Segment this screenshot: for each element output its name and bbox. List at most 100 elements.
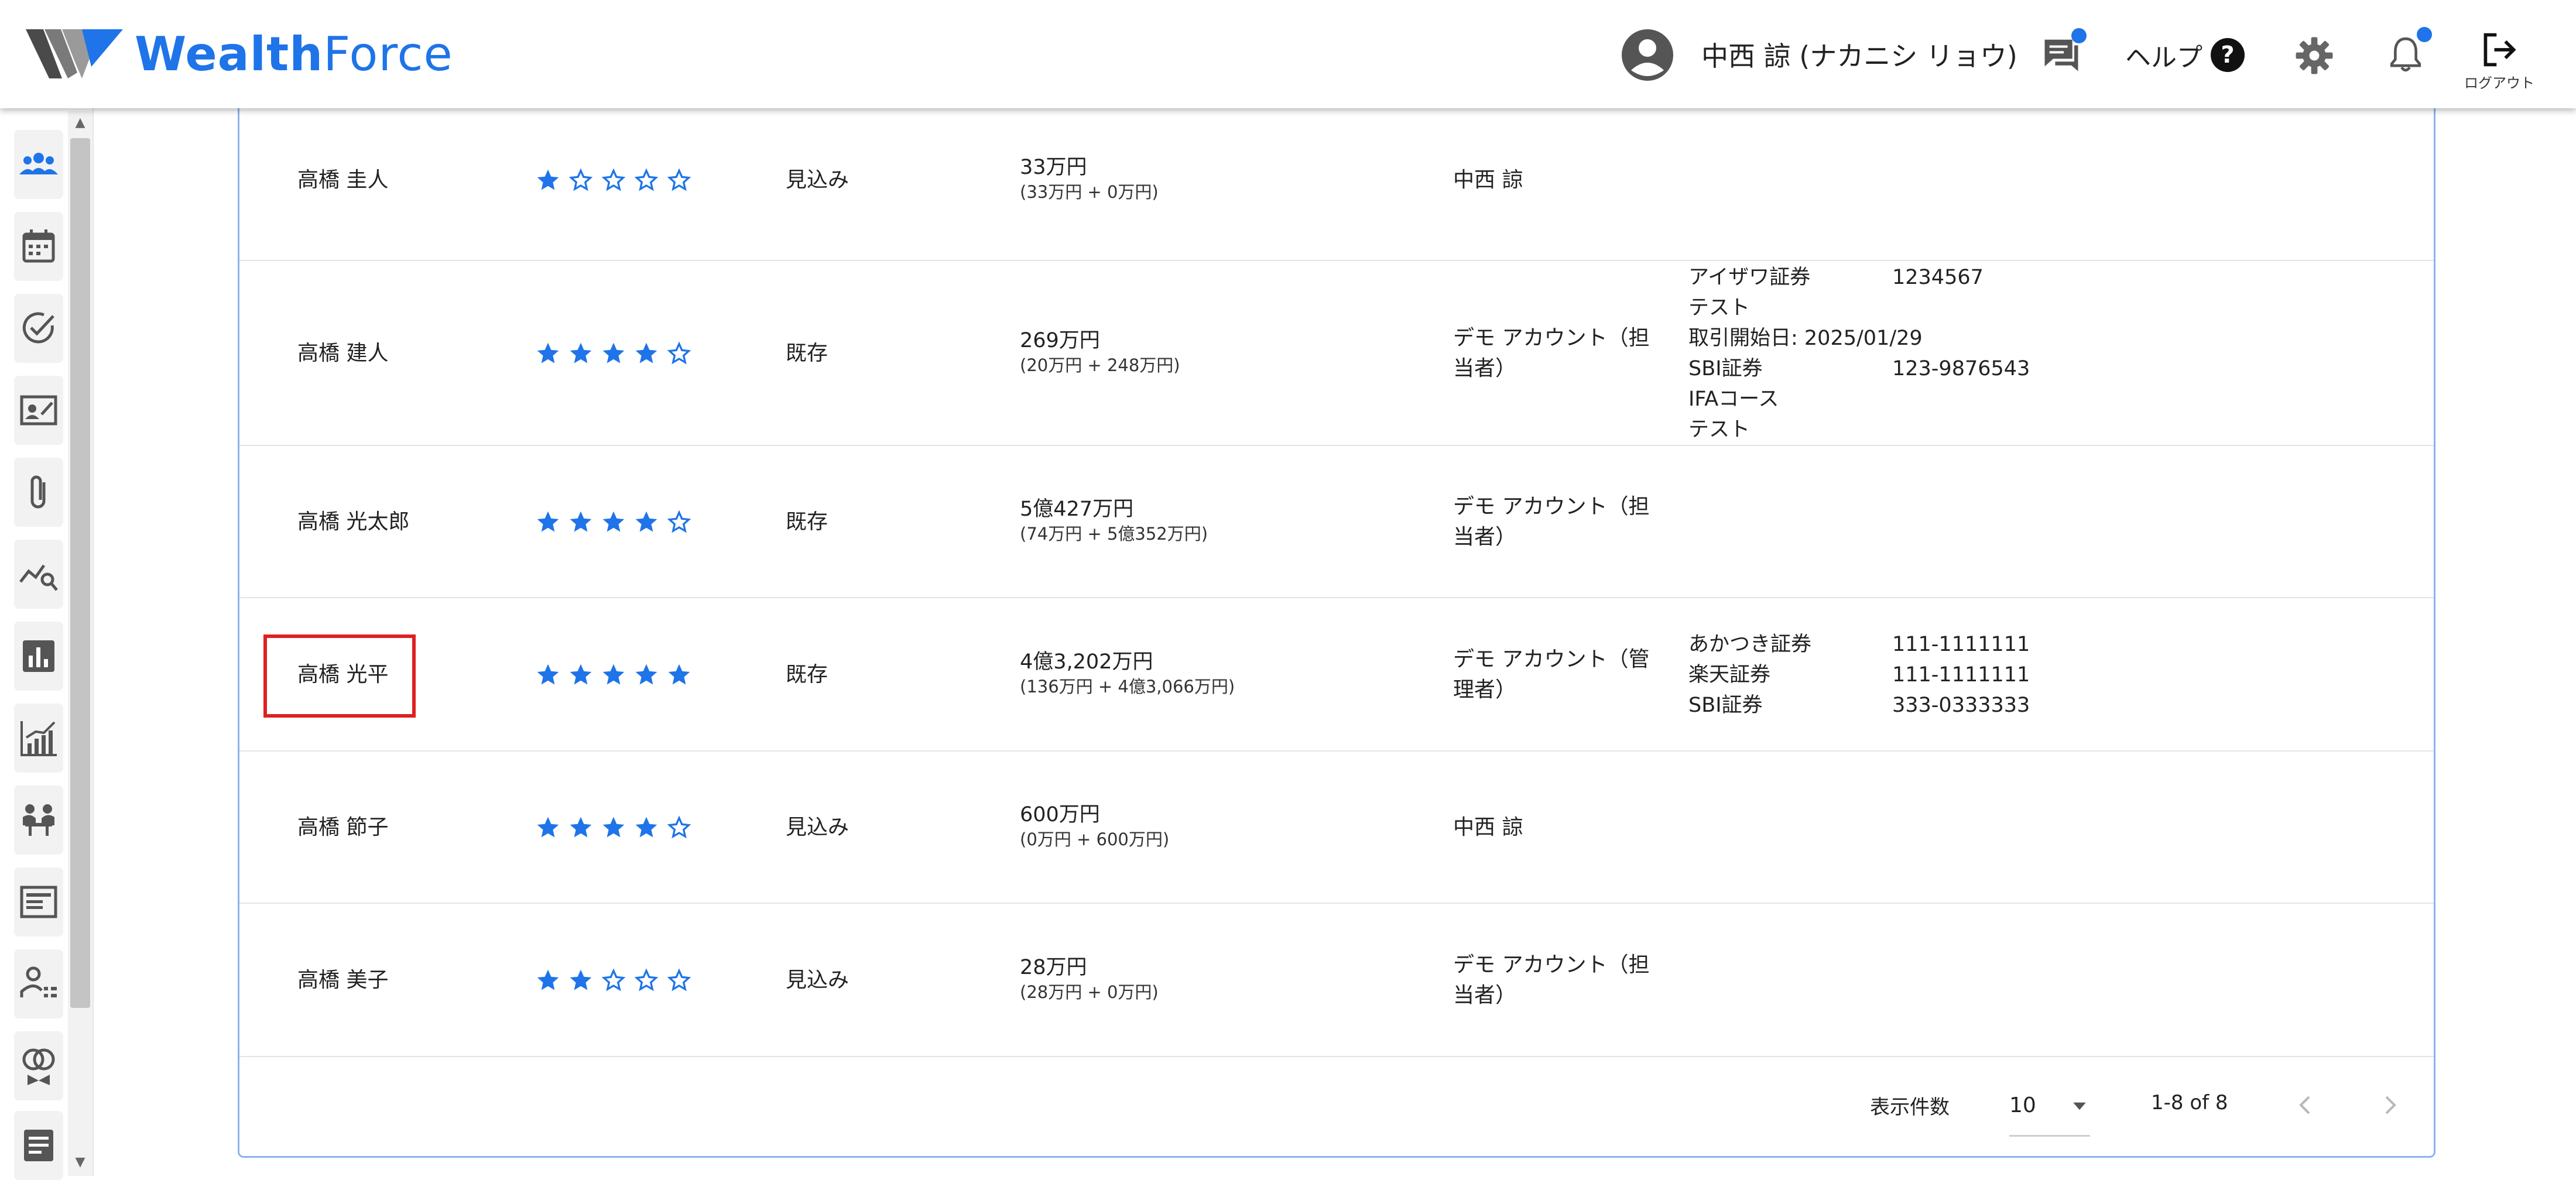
account-number: 123-9876543 (1892, 357, 2030, 380)
rating-stars[interactable] (535, 341, 692, 366)
sidebar-item-person-list[interactable] (14, 949, 63, 1018)
star-filled-icon (602, 664, 625, 685)
star-filled-icon (602, 817, 625, 838)
chat-button[interactable] (2036, 28, 2087, 80)
account-label: テスト (1688, 418, 1751, 441)
star-empty-icon (667, 168, 691, 191)
star-empty-icon (634, 168, 659, 191)
customer-name[interactable]: 高橋 光太郎 (297, 507, 409, 537)
rating-stars[interactable] (535, 662, 692, 688)
rating-stars[interactable] (535, 968, 692, 993)
customer-name[interactable]: 高橋 節子 (297, 812, 388, 843)
dropdown-arrow-icon (2073, 1102, 2086, 1110)
asset-amount: 5億427万円 (74万円 + 5億352万円) (1020, 496, 1208, 546)
securities-accounts: あかつき証券 111-1111111 楽天証券 111-1111111 SBI証券 333… (1688, 629, 2030, 721)
sidebar-item-meeting[interactable] (14, 785, 63, 855)
account-circle-icon (1622, 29, 1673, 81)
next-page-button[interactable] (2371, 1086, 2409, 1124)
customer-name[interactable]: 高橋 美子 (297, 965, 388, 996)
logout-button[interactable]: ログアウト (2457, 26, 2542, 96)
star-empty-icon (601, 168, 626, 191)
account-line: テスト (1688, 414, 2030, 445)
star-filled-icon (635, 664, 657, 685)
account-number: 1234567 (1892, 266, 1984, 289)
account-line: アイザワ証券 1234567 (1688, 262, 2030, 293)
logout-icon (2483, 33, 2516, 66)
person-list-icon (20, 966, 57, 997)
user-avatar[interactable] (1621, 28, 1674, 82)
gear-icon (2296, 37, 2333, 74)
star-filled-icon (537, 664, 559, 685)
rating-stars[interactable] (535, 815, 692, 841)
sidebar-item-growth-chart[interactable] (14, 704, 63, 773)
scroll-down-arrow-icon[interactable]: ▼ (73, 1154, 88, 1169)
account-label: 取引開始日: 2025/01/29 (1688, 327, 1923, 350)
sidebar-item-paperclip[interactable] (14, 458, 63, 527)
account-label: 楽天証券 (1688, 663, 1771, 687)
sidebar-scrollbar-thumb[interactable] (70, 138, 90, 1008)
asset-amount: 28万円 (28万円 + 0万円) (1020, 955, 1159, 1004)
rating-stars[interactable] (535, 167, 692, 193)
star-filled-icon (570, 817, 592, 838)
account-line: テスト (1688, 293, 2030, 323)
assigned-manager: デモ アカウント（管理者） (1453, 647, 1650, 702)
securities-accounts: アイザワ証券 1234567 テスト 取引開始日: 2025/01/29 SBI証券 12… (1688, 262, 2030, 445)
sidebar-item-people[interactable] (14, 130, 63, 199)
chevron-left-icon (2299, 1096, 2310, 1114)
notifications-button[interactable] (2380, 27, 2432, 80)
account-number: 111-1111111 (1892, 633, 2030, 656)
rating-stars[interactable] (535, 509, 692, 535)
star-filled-icon (570, 969, 592, 990)
sidebar-item-document[interactable] (14, 1111, 63, 1180)
user-name[interactable]: 中西 諒 (ナカニシ リョウ) (1701, 35, 2017, 74)
customer-name[interactable]: 高橋 建人 (297, 338, 388, 369)
sidebar-item-check-circle[interactable] (14, 294, 63, 363)
account-label: テスト (1688, 296, 1751, 320)
app-logo[interactable]: WealthForce (26, 25, 453, 83)
sidebar-item-chart-search[interactable] (14, 540, 63, 609)
sidebar-item-bar-chart[interactable] (14, 622, 63, 691)
sidebar-item-rings[interactable] (14, 1031, 63, 1100)
account-line: SBI証券 333-0333333 (1688, 690, 2030, 721)
previous-page-button[interactable] (2287, 1086, 2324, 1124)
scroll-up-arrow-icon[interactable]: ▲ (73, 115, 88, 130)
sidebar-item-news[interactable] (14, 867, 63, 937)
star-empty-icon (601, 968, 626, 992)
asset-total: 33万円 (1020, 156, 1087, 179)
help-button[interactable]: ヘルプ ? (2125, 30, 2245, 80)
logout-label: ログアウト (2464, 74, 2534, 91)
growth-chart-icon (20, 721, 57, 756)
star-empty-icon (667, 968, 691, 992)
star-empty-icon (568, 168, 593, 191)
settings-button[interactable] (2289, 30, 2339, 81)
chat-notification-dot (2071, 28, 2087, 43)
rows-per-page-value: 10 (2009, 1093, 2036, 1117)
asset-amount: 269万円 (20万円 + 248万円) (1020, 328, 1180, 377)
star-filled-icon (537, 169, 559, 190)
asset-breakdown: (136万円 + 4億3,066万円) (1020, 677, 1235, 697)
star-filled-icon (570, 342, 592, 363)
customer-name[interactable]: 高橋 圭人 (297, 165, 388, 195)
rings-icon (22, 1048, 55, 1085)
account-number: 111-1111111 (1892, 663, 2030, 687)
rows-per-page-select[interactable]: 10 (2009, 1076, 2090, 1137)
star-filled-icon (570, 511, 592, 532)
asset-total: 5億427万円 (1020, 498, 1134, 521)
star-filled-icon (602, 342, 625, 363)
sidebar-item-calendar[interactable] (14, 212, 63, 281)
customer-status: 見込み (786, 968, 849, 992)
account-label: アイザワ証券 (1688, 266, 1811, 289)
people-icon (19, 153, 58, 174)
star-filled-icon (635, 511, 657, 532)
notification-dot (2417, 27, 2432, 42)
sidebar-item-contact-card[interactable] (14, 376, 63, 445)
logo-text: WealthForce (135, 26, 453, 81)
account-line: 取引開始日: 2025/01/29 (1688, 323, 2030, 354)
star-filled-icon (602, 511, 625, 532)
account-label: あかつき証券 (1688, 633, 1812, 656)
logo-mark-icon (26, 29, 123, 78)
star-filled-icon (537, 342, 559, 363)
star-filled-icon (635, 342, 657, 363)
customer-status: 既存 (786, 510, 828, 534)
star-empty-icon (634, 968, 659, 992)
